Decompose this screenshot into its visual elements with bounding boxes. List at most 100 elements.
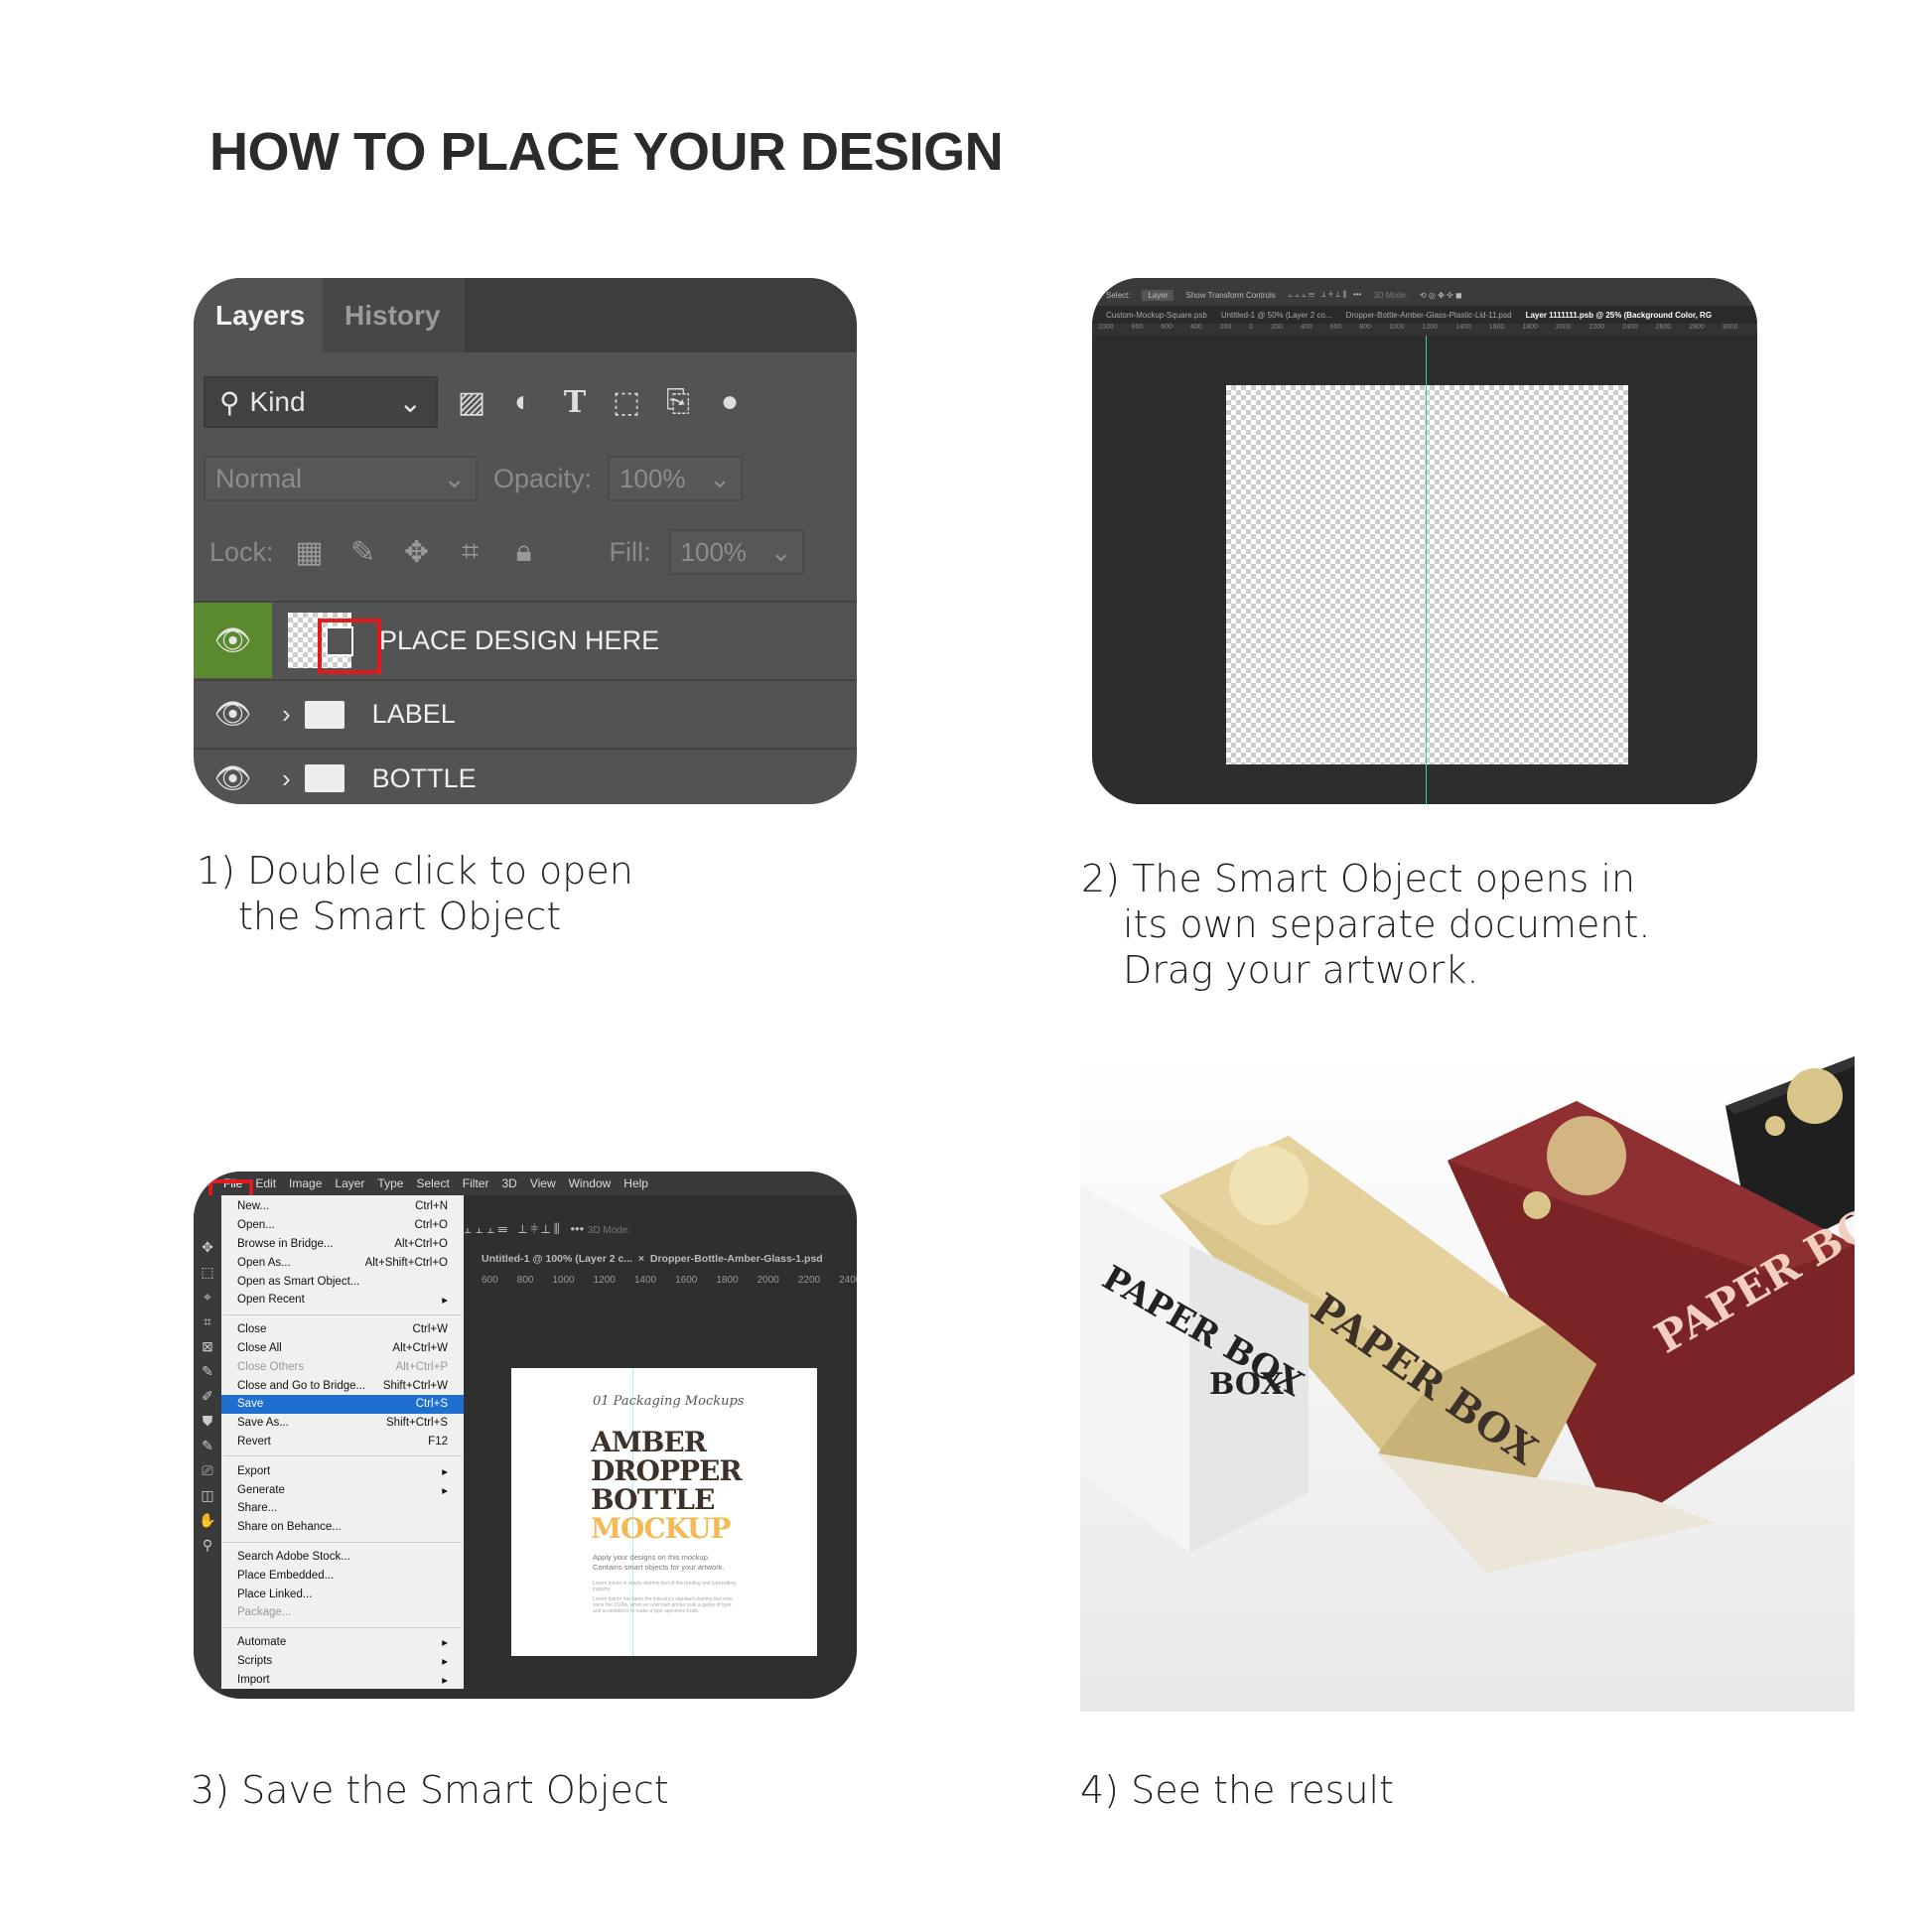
menu-item[interactable]: Automate ▸ — [221, 1633, 464, 1652]
menu-item-shortcut: F12 — [428, 1435, 448, 1448]
tools-bar[interactable]: ✥ ⬚ ⌖ ⌗ ⊠ ✎ ✐ ⛊ ✎ ⎚ ◫ ✋ ⚲ — [194, 1195, 221, 1699]
menu-item[interactable]: Place Embedded... — [221, 1566, 464, 1585]
menu-item-shortcut: ▸ — [442, 1295, 448, 1308]
ruler-tick-label: 800 — [1131, 324, 1144, 331]
menu-item[interactable]: Save As... Shift+Ctrl+S — [221, 1414, 464, 1433]
ruler-tick-label: 600 — [1329, 324, 1342, 331]
menu-item[interactable]: New... Ctrl+N — [221, 1197, 464, 1216]
layer-row-bottle[interactable]: 👁︎ › BOTTLE — [194, 748, 857, 804]
menu-layer[interactable]: Layer — [335, 1176, 364, 1190]
menu-item-label: Close and Go to Bridge... — [237, 1379, 366, 1392]
ruler-tick-label: 1200 — [1422, 324, 1439, 331]
layer-row-label[interactable]: 👁︎ › LABEL — [194, 679, 857, 748]
tab-layers[interactable]: Layers — [194, 278, 323, 352]
visibility-eye-icon[interactable]: 👁︎ — [194, 603, 272, 678]
select-dropdown[interactable]: Layer — [1142, 289, 1174, 301]
lock-all-icon[interactable]: 🔒︎ — [506, 534, 542, 570]
align-icons[interactable]: ⫠ ⫠ ⫠ ☰ ⊥ ⫩ ⊥ ⫼ ••• — [1288, 290, 1362, 300]
opacity-field[interactable]: 100% ⌄ — [608, 456, 744, 501]
menu-item-label: Generate — [237, 1483, 285, 1496]
menu-item[interactable]: Open as Smart Object... — [221, 1272, 464, 1291]
adjustment-filter-icon[interactable]: ◐ — [505, 384, 541, 420]
menu-separator — [223, 1626, 462, 1628]
filter-toggle-icon[interactable]: ● — [712, 384, 748, 420]
menu-item-label: Close — [237, 1323, 267, 1336]
ruler-tick-label: 3000 — [1722, 324, 1738, 331]
menu-item-label: Share on Behance... — [237, 1521, 342, 1534]
chevron-right-icon[interactable]: › — [282, 699, 291, 730]
menu-view[interactable]: View — [530, 1176, 556, 1190]
image-filter-icon[interactable]: ▨ — [454, 384, 489, 420]
menu-item[interactable]: Save Ctrl+S — [221, 1394, 464, 1414]
doc-tab[interactable]: Untitled-1 @ 50% (Layer 2 co... — [1221, 311, 1332, 320]
menu-item[interactable]: Package... — [221, 1603, 464, 1622]
options-bar-icons[interactable]: ⫠ ⫠ ⫠ ☰ ⊥ ⫩ ⊥ ⫼ ••• 3D Mode: — [464, 1221, 857, 1245]
filter-kind-dropdown[interactable]: ⚲ Kind ⌄ — [204, 376, 438, 428]
menu-item[interactable]: Close Ctrl+W — [221, 1320, 464, 1339]
ruler-tick-label: 3200 — [1755, 324, 1757, 336]
menu-item[interactable]: Place Linked... — [221, 1585, 464, 1603]
menu-item-label: Open As... — [237, 1256, 291, 1269]
menu-edit[interactable]: Edit — [255, 1176, 276, 1190]
menu-item[interactable]: Close and Go to Bridge... Shift+Ctrl+W — [221, 1376, 464, 1395]
3d-tools-icons[interactable]: ⟲ ◎ ✥ ✣ ◼ — [1420, 291, 1462, 300]
lock-artboard-icon[interactable]: ⌗ — [453, 534, 488, 570]
visibility-eye-icon[interactable]: 👁︎ — [194, 681, 272, 748]
menu-item[interactable]: Share... — [221, 1499, 464, 1518]
box-text: BOX — [1209, 1367, 1285, 1402]
menu-image[interactable]: Image — [289, 1176, 322, 1190]
ruler-tick-label: 200 — [1219, 324, 1232, 331]
opacity-value: 100% — [620, 463, 686, 493]
ruler-tick-label: 2200 — [1588, 324, 1605, 331]
tab-history[interactable]: History — [323, 278, 465, 352]
lock-brush-icon[interactable]: ✎ — [345, 534, 381, 570]
menu-item[interactable]: Share on Behance... — [221, 1518, 464, 1537]
chevron-right-icon[interactable]: › — [282, 763, 291, 794]
layer-thumbnail — [288, 613, 381, 674]
menu-item[interactable]: Close All Alt+Ctrl+W — [221, 1339, 464, 1358]
menu-item[interactable]: Close Others Alt+Ctrl+P — [221, 1357, 464, 1376]
menu-item[interactable]: Export ▸ — [221, 1461, 464, 1480]
lock-transparent-icon[interactable]: ▦ — [292, 534, 328, 570]
smart-object-filter-icon[interactable]: ⎘ — [660, 384, 696, 420]
show-transform-checkbox[interactable]: Show Transform Controls — [1185, 291, 1275, 300]
doc-tab[interactable]: Custom-Mockup-Square.psb — [1106, 311, 1207, 320]
menu-item[interactable]: Open As... Alt+Shift+Ctrl+O — [221, 1253, 464, 1272]
doc-tab[interactable]: Dropper-Bottle-Amber-Glass-Plastic-Lid-1… — [1346, 311, 1512, 320]
menu-item[interactable]: Open... Ctrl+O — [221, 1216, 464, 1235]
menu-select[interactable]: Select — [416, 1176, 449, 1190]
menu-item[interactable]: Revert F12 — [221, 1433, 464, 1451]
lock-move-icon[interactable]: ✥ — [399, 534, 435, 570]
shape-filter-icon[interactable]: ⬚ — [609, 384, 644, 420]
guide-line — [1426, 336, 1427, 804]
folder-icon — [304, 764, 345, 792]
menu-item-label: Search Adobe Stock... — [237, 1550, 350, 1563]
menu-item[interactable]: Search Adobe Stock... — [221, 1548, 464, 1567]
doc-tab-active[interactable]: Layer 1111111.psb @ 25% (Background Colo… — [1526, 311, 1712, 320]
result-photo: PAPER BOX PAPER BOX PAPER BOXBOX — [1080, 1056, 1855, 1712]
chevron-down-icon: ⌄ — [443, 463, 466, 493]
menu-window[interactable]: Window — [569, 1176, 612, 1190]
ruler-tick-label: 600 — [1161, 324, 1173, 331]
menu-help[interactable]: Help — [623, 1176, 648, 1190]
menu-item[interactable]: Scripts ▸ — [221, 1652, 464, 1671]
visibility-eye-icon[interactable]: 👁︎ — [194, 750, 272, 804]
menu-item-shortcut: Alt+Ctrl+P — [395, 1360, 448, 1373]
file-menu-dropdown: New... Ctrl+N Open... Ctrl+O Browse in Bridg… — [221, 1195, 464, 1690]
menu-type[interactable]: Type — [377, 1176, 403, 1190]
menu-3d[interactable]: 3D — [501, 1176, 516, 1190]
doc-tabs[interactable]: Untitled-1 @ 100% (Layer 2 c... × Droppe… — [482, 1253, 823, 1265]
menu-filter[interactable]: Filter — [463, 1176, 489, 1190]
menu-item[interactable]: Open Recent ▸ — [221, 1291, 464, 1310]
menu-item[interactable]: Import ▸ — [221, 1670, 464, 1689]
blend-mode-dropdown[interactable]: Normal ⌄ — [204, 456, 478, 501]
menu-item-shortcut: Ctrl+S — [415, 1398, 448, 1411]
menu-item[interactable]: Generate ▸ — [221, 1480, 464, 1499]
ruler-tick-label: 1600 — [1488, 324, 1505, 331]
type-filter-icon[interactable]: T — [557, 384, 593, 420]
layer-row-place-design[interactable]: 👁︎ PLACE DESIGN HERE — [194, 601, 857, 678]
menu-item-shortcut: Alt+Shift+Ctrl+O — [364, 1256, 448, 1269]
menu-item[interactable]: Browse in Bridge... Alt+Ctrl+O — [221, 1235, 464, 1254]
menu-item-shortcut: Ctrl+O — [414, 1219, 448, 1232]
fill-field[interactable]: 100% ⌄ — [668, 529, 804, 575]
